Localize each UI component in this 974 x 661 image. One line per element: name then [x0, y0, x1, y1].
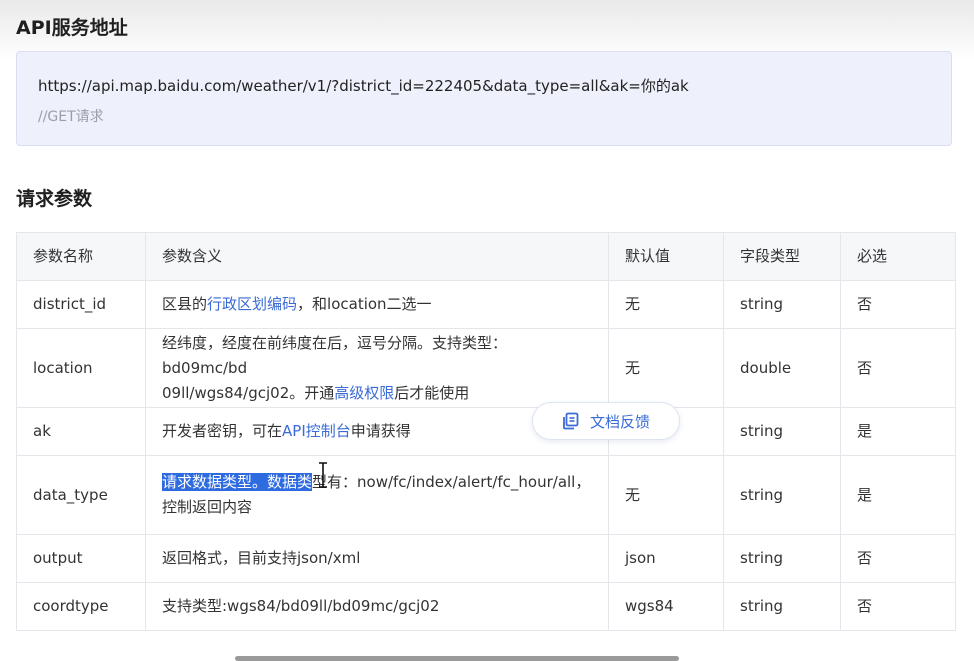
- desc-text: 区县的: [162, 295, 208, 313]
- param-required: 否: [840, 280, 956, 329]
- param-name: data_type: [16, 455, 146, 535]
- table-row: coordtype 支持类型:wgs84/bd09ll/bd09mc/gcj02…: [16, 582, 956, 631]
- param-required: 是: [840, 455, 956, 535]
- advanced-permission-link[interactable]: 高级权限: [334, 384, 394, 402]
- param-type: string: [723, 455, 841, 535]
- code-comment: //GET请求: [38, 109, 104, 125]
- param-default: json: [608, 534, 724, 583]
- desc-text: 开发者密钥，可在: [162, 422, 283, 440]
- param-name: ak: [16, 407, 146, 456]
- desc-text: ，和location二选一: [297, 295, 432, 313]
- param-required: 否: [840, 328, 956, 408]
- param-type: string: [723, 407, 841, 456]
- param-name: location: [16, 328, 146, 408]
- param-name: output: [16, 534, 146, 583]
- params-table: 参数名称 参数含义 默认值 字段类型 必选 district_id 区县的行政区…: [16, 232, 956, 631]
- document-copy-icon: [563, 412, 579, 430]
- param-type: double: [723, 328, 841, 408]
- api-url: https://api.map.baidu.com/weather/v1/?di…: [38, 77, 689, 95]
- selected-text[interactable]: 请求数据类型。数据类: [162, 473, 313, 491]
- desc-text: 经纬度，经度在前纬度在后，逗号分隔。支持类型：bd09mc/bd: [162, 333, 508, 377]
- param-type: string: [723, 534, 841, 583]
- desc-text: 09ll/wgs84/gcj02。开通: [162, 383, 335, 402]
- param-name: district_id: [16, 280, 146, 329]
- param-default: wgs84: [608, 582, 724, 631]
- desc-text: 控制返回内容: [162, 498, 253, 516]
- table-row: output 返回格式，目前支持json/xml json string 否: [16, 534, 956, 583]
- desc-text: 申请获得: [350, 422, 411, 440]
- param-required: 否: [840, 534, 956, 583]
- param-desc: 经纬度，经度在前纬度在后，逗号分隔。支持类型：bd09mc/bd 09ll/wgs…: [145, 328, 609, 408]
- param-desc: 支持类型:wgs84/bd09ll/bd09mc/gcj02: [145, 582, 609, 631]
- param-desc: 请求数据类型。数据类型有：now/fc/index/alert/fc_hour/…: [145, 455, 609, 535]
- horizontal-scrollbar[interactable]: [235, 656, 679, 661]
- feedback-label: 文档反馈: [589, 412, 650, 431]
- table-row: location 经纬度，经度在前纬度在后，逗号分隔。支持类型：bd09mc/b…: [16, 328, 956, 408]
- param-name: coordtype: [16, 582, 146, 631]
- param-type: string: [723, 280, 841, 329]
- param-default: 无: [608, 455, 724, 535]
- text-cursor-icon: [319, 462, 327, 488]
- api-section-title: API服务地址: [16, 17, 128, 39]
- api-console-link[interactable]: API控制台: [282, 422, 351, 440]
- header-param-name: 参数名称: [16, 232, 146, 281]
- param-required: 否: [840, 582, 956, 631]
- header-required: 必选: [840, 232, 956, 281]
- param-desc: 区县的行政区划编码，和location二选一: [145, 280, 609, 329]
- header-param-desc: 参数含义: [145, 232, 609, 281]
- table-row: data_type 请求数据类型。数据类型有：now/fc/index/aler…: [16, 455, 956, 535]
- desc-text: 型有：now/fc/index/alert/fc_hour/all，: [312, 473, 591, 491]
- param-required: 是: [840, 407, 956, 456]
- admin-code-link[interactable]: 行政区划编码: [207, 295, 297, 313]
- param-default: 无: [608, 280, 724, 329]
- header-type: 字段类型: [723, 232, 841, 281]
- table-row: district_id 区县的行政区划编码，和location二选一 无 str…: [16, 280, 956, 329]
- code-block: https://api.map.baidu.com/weather/v1/?di…: [16, 51, 952, 146]
- desc-text: 后才能使用: [394, 383, 470, 402]
- param-desc: 返回格式，目前支持json/xml: [145, 534, 609, 583]
- header-default: 默认值: [608, 232, 724, 281]
- param-default: 无: [608, 328, 724, 408]
- params-section-title: 请求参数: [16, 188, 93, 210]
- table-row: ak 开发者密钥，可在API控制台申请获得 string 是: [16, 407, 956, 456]
- table-header-row: 参数名称 参数含义 默认值 字段类型 必选: [16, 232, 956, 281]
- feedback-button[interactable]: 文档反馈: [532, 402, 680, 440]
- param-type: string: [723, 582, 841, 631]
